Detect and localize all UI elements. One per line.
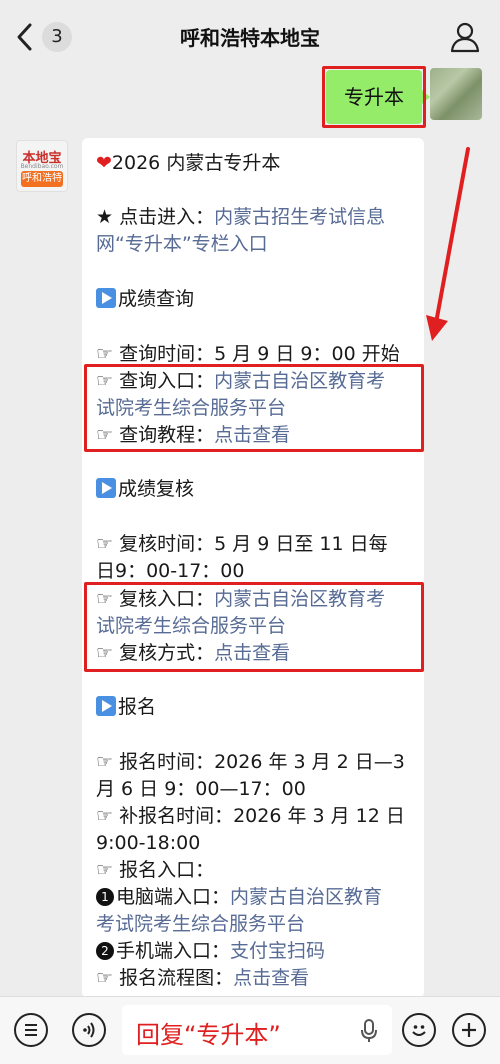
message-title-line: ❤2026 内蒙古专升本 <box>96 150 280 177</box>
pointing-hand-icon: ☞ <box>96 588 120 610</box>
process-link[interactable]: 点击查看 <box>233 967 309 989</box>
score-tutorial-line: ☞ 查询教程：点击查看 <box>96 422 290 449</box>
heart-icon: ❤ <box>96 152 112 174</box>
logo-domain: Bendibao.com <box>20 163 64 170</box>
microphone-icon[interactable] <box>360 1019 378 1043</box>
top-bar: 3 呼和浩特本地宝 <box>0 0 500 76</box>
entry-line-2: 网“专升本”专栏入口 <box>96 231 268 258</box>
number-two-icon: 2 <box>96 942 114 960</box>
score-entry-line-2: 试院考生综合服务平台 <box>96 395 286 422</box>
recheck-method-link[interactable]: 点击查看 <box>214 642 290 664</box>
section-signup-label: 报名 <box>118 696 157 718</box>
pointing-hand-icon: ☞ <box>96 533 120 555</box>
incoming-message: ❤2026 内蒙古专升本 ★ 点击进入：内蒙古招生考试信息 网“专升本”专栏入口… <box>82 138 424 998</box>
section-recheck: 成绩复核 <box>96 476 194 503</box>
plus-icon <box>462 1023 476 1037</box>
entry-prefix: ★ 点击进入： <box>96 206 215 228</box>
bot-avatar[interactable]: 本地宝 Bendibao.com 呼和浩特 <box>16 140 68 192</box>
logo-city: 呼和浩特 <box>21 171 63 187</box>
mobile-entry-link[interactable]: 支付宝扫码 <box>230 940 325 962</box>
late-signup-time: 补报名时间：2026 年 3 月 12 日 <box>119 805 405 827</box>
score-entry-link-cont[interactable]: 试院考生综合服务平台 <box>96 397 286 419</box>
process-line: ☞ 报名流程图：点击查看 <box>96 965 309 992</box>
pc-entry-line-2: 考试院考生综合服务平台 <box>96 911 305 938</box>
pointing-hand-icon: ☞ <box>96 424 120 446</box>
bottom-input-bar: 回复“专升本” <box>0 996 500 1064</box>
recheck-time: 复核时间：5 月 9 日至 11 日每 <box>119 533 388 555</box>
score-entry-line: ☞ 查询入口：内蒙古自治区教育考 <box>96 368 385 395</box>
pointing-hand-icon: ☞ <box>96 805 120 827</box>
pc-entry-link[interactable]: 内蒙古自治区教育 <box>230 886 382 908</box>
pc-entry-link-cont[interactable]: 考试院考生综合服务平台 <box>96 913 305 935</box>
exam-site-link[interactable]: 内蒙古招生考试信息 <box>214 206 385 228</box>
play-icon <box>96 478 116 498</box>
recheck-entry-line: ☞ 复核入口：内蒙古自治区教育考 <box>96 586 385 613</box>
score-time: 查询时间：5 月 9 日 9：00 开始 <box>119 343 400 365</box>
score-tutorial-label: 查询教程： <box>119 424 215 446</box>
menu-icon <box>25 1024 37 1036</box>
person-icon[interactable] <box>448 20 482 54</box>
voice-mode-button[interactable] <box>72 1013 106 1047</box>
play-icon <box>96 288 116 308</box>
score-tutorial-link[interactable]: 点击查看 <box>214 424 290 446</box>
signup-time-line-2: 月 6 日 9：00—17：00 <box>96 776 306 803</box>
pointing-hand-icon: ☞ <box>96 370 120 392</box>
emoji-button[interactable] <box>402 1013 436 1047</box>
recheck-entry-link[interactable]: 内蒙古自治区教育考 <box>214 588 385 610</box>
number-one-icon: 1 <box>96 888 114 906</box>
mobile-entry-line: 2 手机端入口：支付宝扫码 <box>96 938 325 965</box>
section-recheck-label: 成绩复核 <box>118 478 195 500</box>
signup-entry-line: ☞ 报名入口： <box>96 857 214 884</box>
input-value: 回复“专升本” <box>136 1021 281 1049</box>
late-signup-line: ☞ 补报名时间：2026 年 3 月 12 日 <box>96 803 405 830</box>
recheck-time-line-2: 日9：00-17：00 <box>96 558 244 585</box>
score-entry-link[interactable]: 内蒙古自治区教育考 <box>214 370 385 392</box>
play-icon <box>96 696 116 716</box>
page-title: 呼和浩特本地宝 <box>180 26 320 50</box>
pointing-hand-icon: ☞ <box>96 343 120 365</box>
message-title: 2026 内蒙古专升本 <box>111 152 281 174</box>
score-entry-label: 查询入口： <box>119 370 215 392</box>
menu-button[interactable] <box>14 1013 48 1047</box>
emoji-icon <box>412 1025 426 1036</box>
recheck-method-label: 复核方式： <box>119 642 215 664</box>
mobile-entry-label: 手机端入口： <box>116 940 231 962</box>
pointing-hand-icon: ☞ <box>96 967 120 989</box>
process-label: 报名流程图： <box>119 967 234 989</box>
recheck-time-line: ☞ 复核时间：5 月 9 日至 11 日每 <box>96 531 388 558</box>
pointing-hand-icon: ☞ <box>96 751 120 773</box>
pointing-hand-icon: ☞ <box>96 859 120 881</box>
outgoing-message[interactable]: 专升本 <box>326 70 430 124</box>
signup-time-cont: 月 6 日 9：00—17：00 <box>96 778 306 800</box>
signup-time: 报名时间：2026 年 3 月 2 日—3 <box>119 751 405 773</box>
section-signup: 报名 <box>96 694 156 721</box>
voice-wave-icon <box>83 1022 95 1038</box>
late-signup-time-cont: 9:00-18:00 <box>96 832 201 854</box>
signup-time-line: ☞ 报名时间：2026 年 3 月 2 日—3 <box>96 749 405 776</box>
entry-line-1: ★ 点击进入：内蒙古招生考试信息 <box>96 204 385 231</box>
exam-site-link-cont[interactable]: 网“专升本”专栏入口 <box>96 233 268 255</box>
section-score-query: 成绩查询 <box>96 286 194 313</box>
section-score-label: 成绩查询 <box>118 288 195 310</box>
recheck-entry-line-2: 试院考生综合服务平台 <box>96 613 286 640</box>
pc-entry-label: 电脑端入口： <box>116 886 231 908</box>
user-avatar[interactable] <box>430 68 482 120</box>
message-input[interactable]: 回复“专升本” <box>122 1005 392 1055</box>
late-signup-line-2: 9:00-18:00 <box>96 830 200 857</box>
recheck-entry-link-cont[interactable]: 试院考生综合服务平台 <box>96 615 286 637</box>
pc-entry-line: 1 电脑端入口：内蒙古自治区教育 <box>96 884 382 911</box>
recheck-method-line: ☞ 复核方式：点击查看 <box>96 640 290 667</box>
signup-entry-label: 报名入口： <box>119 859 215 881</box>
add-more-button[interactable] <box>452 1013 486 1047</box>
annotation-arrow-icon <box>426 147 470 341</box>
pointing-hand-icon: ☞ <box>96 642 120 664</box>
recheck-entry-label: 复核入口： <box>119 588 215 610</box>
score-time-line: ☞ 查询时间：5 月 9 日 9：00 开始 <box>96 341 400 368</box>
recheck-time-cont: 日9：00-17：00 <box>96 560 245 582</box>
